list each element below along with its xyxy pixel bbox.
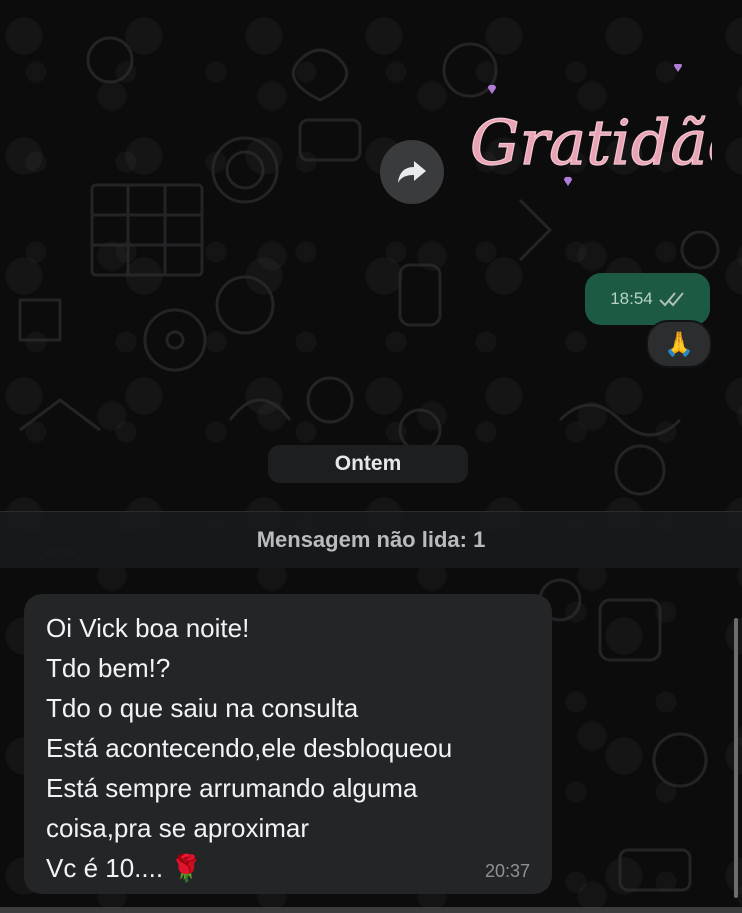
- pray-emoji: 🙏: [664, 330, 694, 358]
- incoming-message-bubble[interactable]: Oi Vick boa noite! Tdo bem!? Tdo o que s…: [24, 594, 552, 894]
- heart-icon: [487, 84, 497, 94]
- date-label: Ontem: [334, 452, 402, 475]
- forward-arrow-icon: [398, 161, 426, 183]
- message-time: 20:37: [484, 861, 530, 881]
- heart-icon: [563, 176, 573, 186]
- message-text: Oi Vick boa noite! Tdo bem!? Tdo o que s…: [46, 608, 546, 888]
- outgoing-message-bubble[interactable]: 18:54: [585, 273, 710, 325]
- double-check-icon: [659, 292, 684, 307]
- heart-icon: [673, 62, 683, 72]
- message-line: Está acontecendo,ele desbloqueou: [46, 733, 453, 763]
- message-line: Tdo bem!?: [46, 653, 171, 683]
- forward-button[interactable]: [380, 140, 444, 204]
- scrollbar[interactable]: [734, 618, 738, 898]
- message-line: Oi Vick boa noite!: [46, 613, 250, 643]
- message-reaction[interactable]: 🙏: [646, 320, 712, 368]
- message-time: 18:54: [610, 289, 653, 308]
- gratidao-sticker[interactable]: Gratidão: [462, 62, 742, 224]
- rose-emoji: 🌹: [170, 853, 203, 883]
- date-separator: Ontem: [268, 445, 468, 483]
- message-line: Vc é 10....: [46, 853, 164, 883]
- message-line: Tdo o que saiu na consulta: [46, 693, 359, 723]
- unread-label: Mensagem não lida: 1: [256, 527, 486, 552]
- message-line: coisa,pra se aproximar: [46, 813, 309, 843]
- sticker-text: Gratidão: [470, 106, 712, 179]
- unread-messages-banner: Mensagem não lida: 1: [0, 511, 742, 568]
- message-line: Está sempre arrumando alguma: [46, 773, 418, 803]
- input-bar-edge: [0, 907, 742, 913]
- message-line-last: Vc é 10.... 🌹: [46, 848, 546, 888]
